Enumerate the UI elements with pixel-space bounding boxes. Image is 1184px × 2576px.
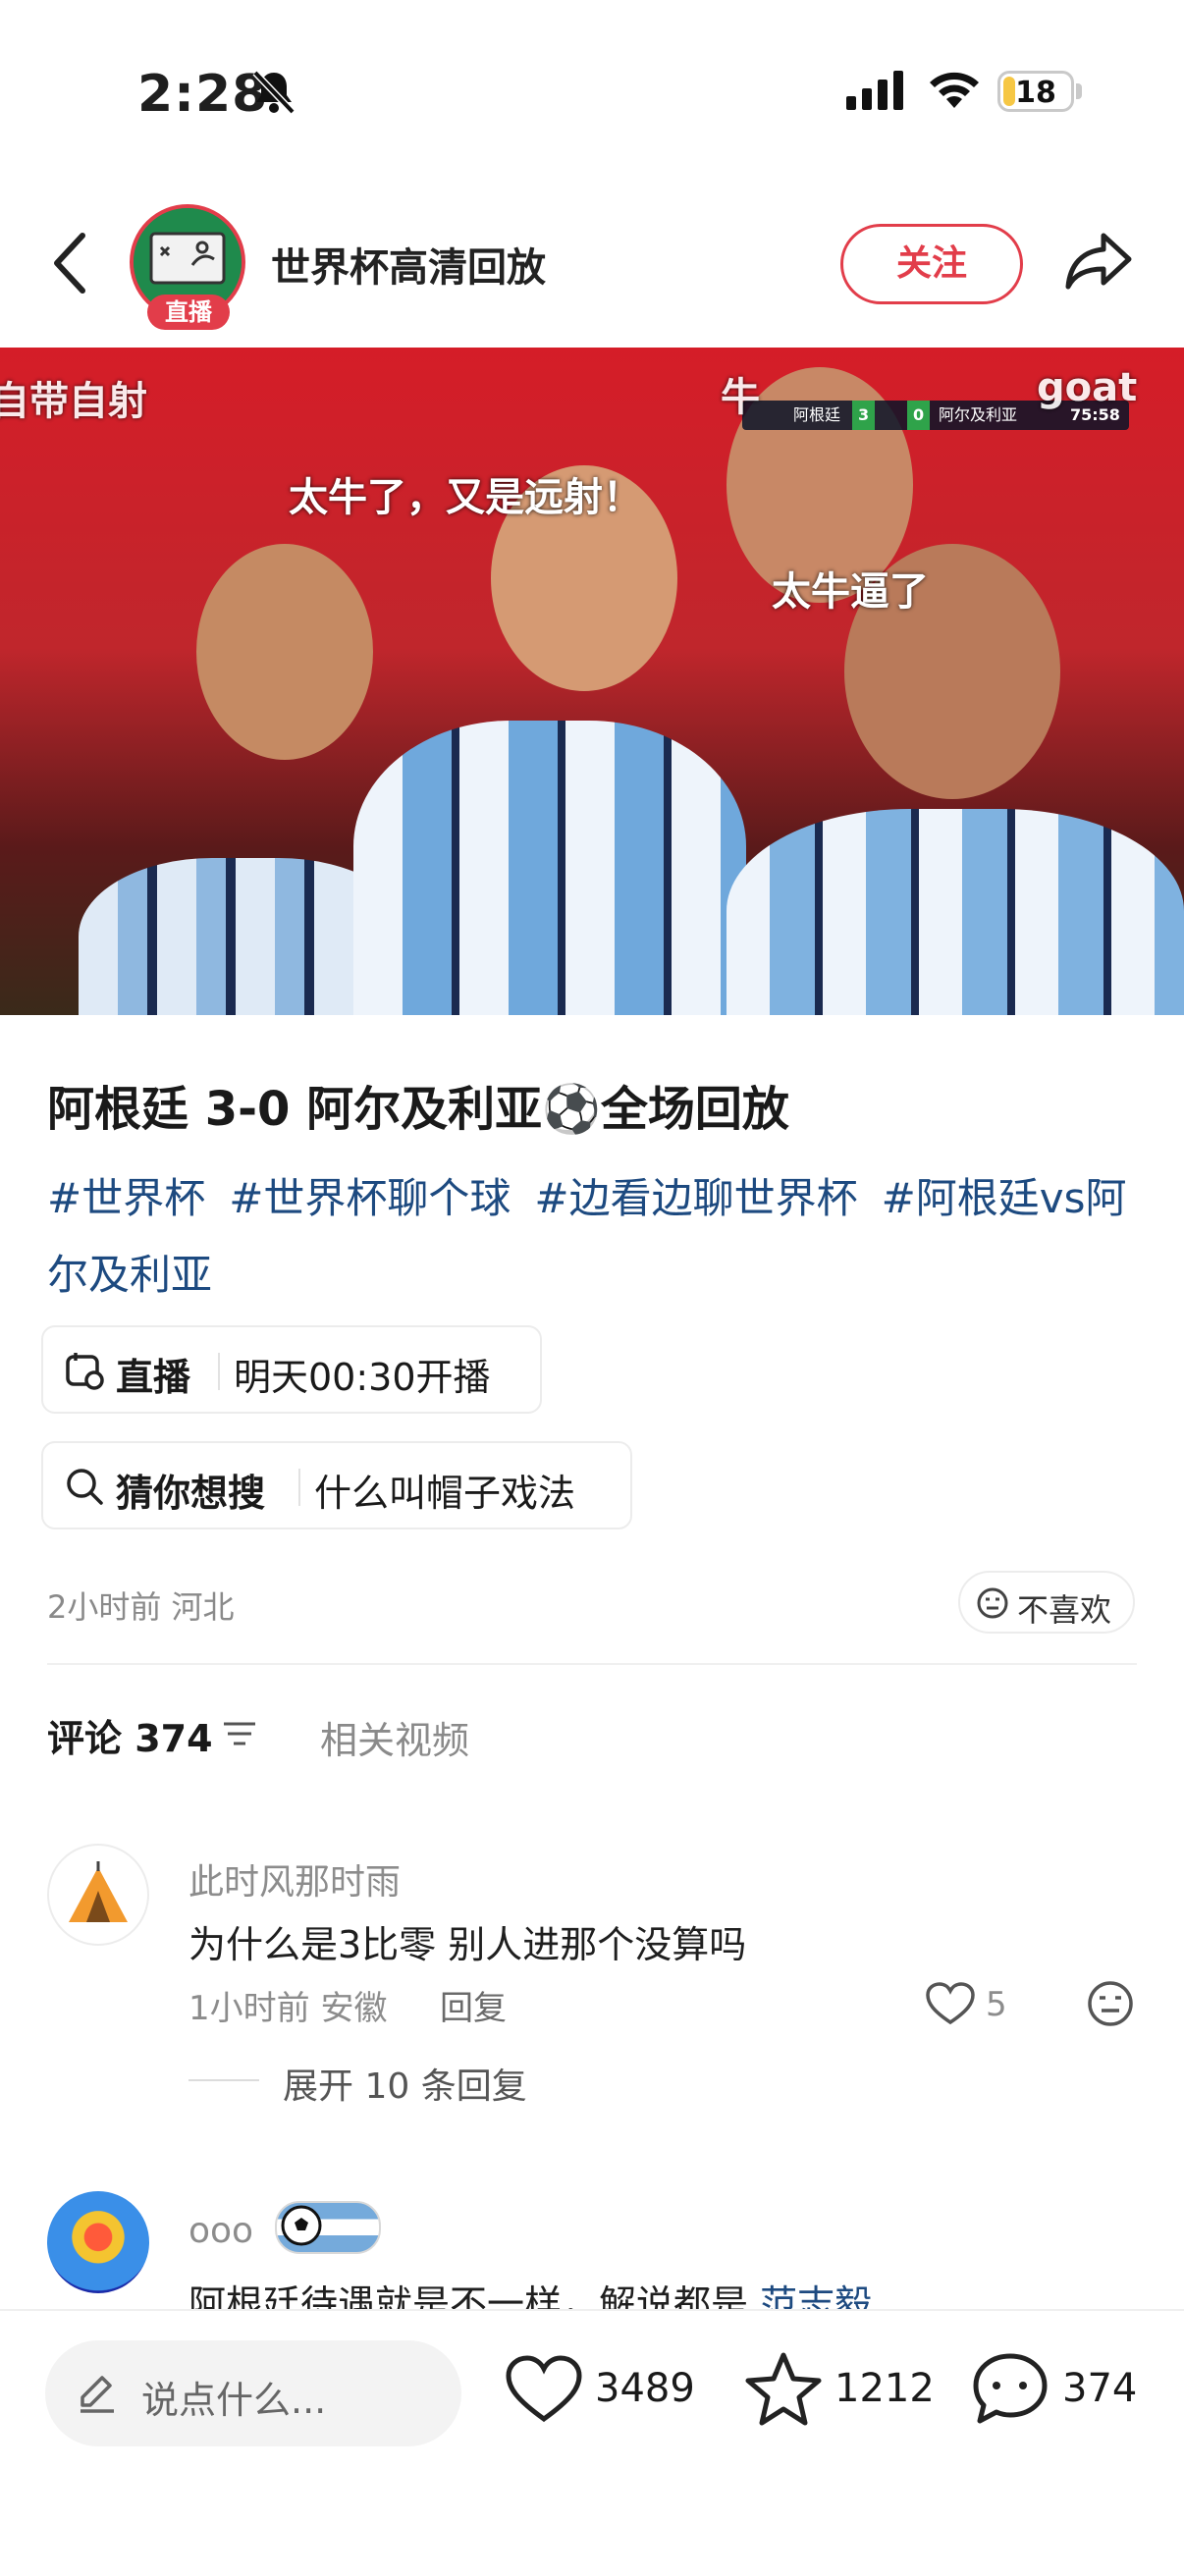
bell-muted-icon <box>252 70 296 115</box>
comment-input[interactable]: 说点什么... <box>45 2340 461 2446</box>
channel-name[interactable]: 世界杯高清回放 <box>271 236 546 293</box>
chip-divider <box>298 1469 300 1506</box>
follow-button[interactable]: 关注 <box>840 224 1023 304</box>
search-icon <box>67 1469 103 1505</box>
commenter-avatar[interactable] <box>47 1844 149 1946</box>
hashtag-link[interactable]: #世界杯 <box>47 1174 205 1222</box>
live-schedule-chip[interactable]: 直播 明天00:30开播 <box>41 1325 542 1414</box>
commenter-name[interactable]: 此时风那时雨 <box>188 1853 401 1905</box>
favorite-star-icon[interactable] <box>744 2350 823 2427</box>
danmaku-comment: 自带自射 <box>0 379 147 424</box>
danmaku-comment: 太牛逼了 <box>772 569 929 615</box>
tent-icon <box>69 1861 128 1922</box>
scoreboard-home-score: 3 <box>852 401 876 430</box>
neutral-face-icon[interactable] <box>1086 1979 1135 2028</box>
favorite-count: 1212 <box>834 2366 935 2411</box>
hashtag-link[interactable]: #边看边聊世界杯 <box>534 1174 857 1222</box>
scoreboard-away-score: 0 <box>907 401 931 430</box>
battery-indicator: 18 <box>997 71 1074 112</box>
dislike-button[interactable]: 不喜欢 <box>958 1571 1135 1634</box>
post-meta: 2小时前 河北 <box>47 1588 235 1626</box>
scoreboard-home-team: 阿根廷 <box>793 405 841 424</box>
live-chip-label: 直播 <box>116 1356 191 1399</box>
danmaku-comment: goat <box>1037 365 1138 410</box>
scoreboard-away-team: 阿尔及利亚 <box>939 405 1018 424</box>
comment-text: 为什么是3比零 别人进那个没算吗 <box>188 1923 747 1966</box>
wifi-icon <box>930 72 979 108</box>
hashtag-link[interactable]: #世界杯聊个球 <box>229 1174 511 1222</box>
calendar-live-icon <box>66 1353 104 1390</box>
suggested-search-chip[interactable]: 猜你想搜 什么叫帽子戏法 <box>41 1441 632 1530</box>
battery-percent: 18 <box>1015 76 1056 110</box>
like-count: 3489 <box>595 2366 695 2411</box>
commenter-avatar[interactable] <box>47 2191 149 2293</box>
tab-related-videos[interactable]: 相关视频 <box>320 1710 469 1764</box>
player-figure <box>353 721 746 1015</box>
search-chip-label: 猜你想搜 <box>116 1472 266 1515</box>
sort-icon[interactable] <box>222 1718 257 1749</box>
like-heart-icon[interactable] <box>505 2354 583 2425</box>
danmaku-comment: 牛 <box>721 375 760 420</box>
reply-thread-line <box>188 2079 259 2081</box>
search-chip-value: 什么叫帽子戏法 <box>314 1472 576 1515</box>
team-badge <box>275 2201 381 2254</box>
reply-button[interactable]: 回复 <box>440 1981 507 2029</box>
status-time: 2:28 <box>137 65 269 124</box>
tab-comments[interactable]: 评论 374 <box>47 1708 213 1762</box>
battery-tip <box>1076 83 1082 99</box>
danmaku-comment: 太牛了，又是远射！ <box>289 475 642 520</box>
comment-text-row: 阿根廷待遇就是不一样，解说都是 范志毅 <box>188 2274 872 2313</box>
chip-divider <box>218 1353 220 1390</box>
comment-input-placeholder: 说点什么... <box>141 2379 327 2422</box>
live-chip-value: 明天00:30开播 <box>234 1356 491 1399</box>
commenter-name[interactable]: ooo <box>188 2211 253 2251</box>
live-badge: 直播 <box>147 295 230 330</box>
expand-replies-link[interactable]: 展开 10 条回复 <box>283 2058 527 2109</box>
video-player[interactable]: 阿根廷 3 0 阿尔及利亚 75:58 太牛了，又是远射！ 太牛逼了 自带自射 … <box>0 348 1184 1015</box>
player-head <box>196 544 373 760</box>
comment-count: 374 <box>1062 2366 1138 2411</box>
share-icon[interactable] <box>1064 230 1133 291</box>
hashtag-list: #世界杯 #世界杯聊个球 #边看边聊世界杯 #阿根廷vs阿尔及利亚 <box>47 1160 1147 1314</box>
comment-bubble-icon[interactable] <box>970 2350 1050 2429</box>
back-chevron-icon[interactable] <box>51 232 90 295</box>
neutral-face-icon <box>977 1587 1008 1619</box>
soccer-ball-icon <box>281 2205 322 2246</box>
video-title: 阿根廷 3-0 阿尔及利亚⚽全场回放 <box>47 1082 789 1137</box>
heart-icon[interactable] <box>925 1981 976 2026</box>
player-figure <box>727 809 1184 1015</box>
cellular-signal-icon <box>846 71 903 110</box>
dislike-label: 不喜欢 <box>1017 1591 1112 1629</box>
divider <box>47 1663 1137 1665</box>
comment-meta: 1小时前 安徽 <box>188 1989 388 2028</box>
comment-like-count: 5 <box>986 1985 1007 2024</box>
pencil-icon <box>81 2376 114 2413</box>
